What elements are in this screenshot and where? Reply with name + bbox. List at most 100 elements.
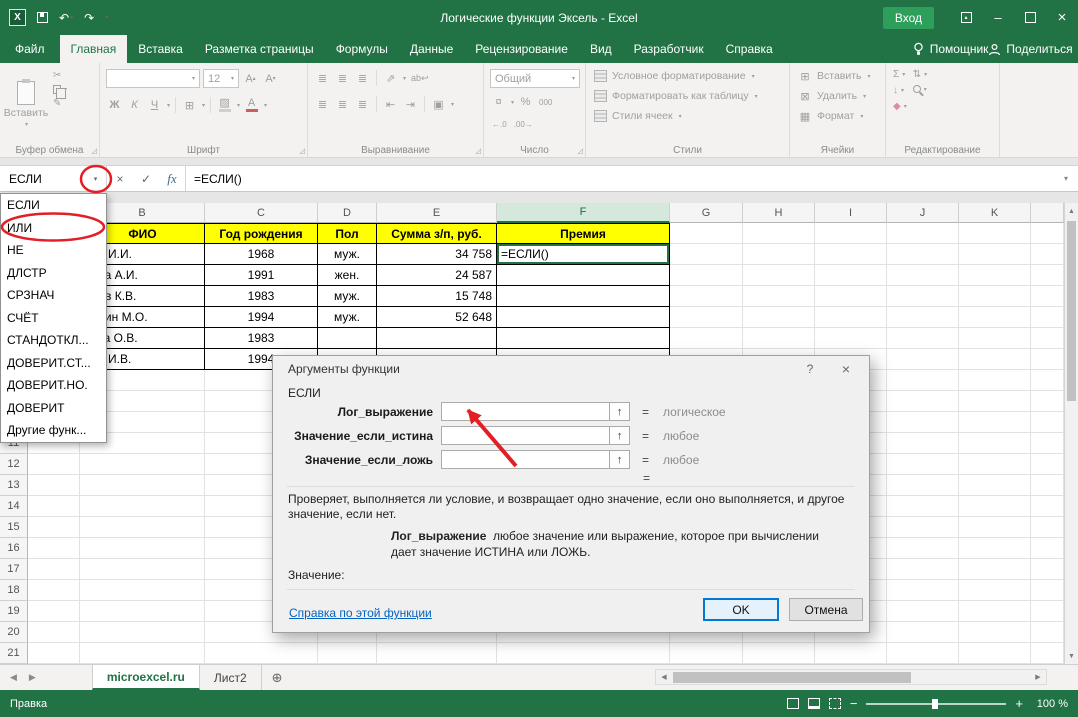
cell-F1[interactable]: Премия [497, 223, 670, 244]
cell-D6[interactable] [318, 328, 377, 349]
cell-K21[interactable] [959, 643, 1031, 664]
sheet-tab-microexcel[interactable]: microexcel.ru [92, 665, 200, 690]
cell-B16[interactable] [80, 538, 205, 559]
column-header-E[interactable]: E [377, 203, 497, 223]
cell-J6[interactable] [887, 328, 959, 349]
cell-J12[interactable] [887, 454, 959, 475]
column-header-G[interactable]: G [670, 203, 743, 223]
cell-K13[interactable] [959, 475, 1031, 496]
tab-review[interactable]: Рецензирование [464, 35, 579, 63]
tab-formulas[interactable]: Формулы [325, 35, 399, 63]
sheet-nav-right-arrow[interactable]: ▶ [29, 672, 36, 683]
cell-K11[interactable] [959, 433, 1031, 454]
find-select-button[interactable]: ▾ [913, 85, 927, 93]
decrease-decimal-button[interactable]: .00→ [512, 115, 535, 133]
cell-G5[interactable] [670, 307, 743, 328]
cell-E2[interactable]: 34 758 [377, 244, 497, 265]
font-name-select[interactable]: ▾ [106, 69, 200, 88]
copy-button[interactable]: ▾ [53, 85, 67, 94]
cell-H4[interactable] [743, 286, 815, 307]
cell-X4[interactable] [1031, 286, 1064, 307]
zoom-level[interactable]: 100 % [1032, 698, 1068, 710]
cell-K7[interactable] [959, 349, 1031, 370]
cell-K4[interactable] [959, 286, 1031, 307]
cell-D5[interactable]: муж. [318, 307, 377, 328]
tab-page-layout[interactable]: Разметка страницы [194, 35, 325, 63]
dialog-help-button[interactable]: ? [799, 360, 821, 378]
enter-formula-button[interactable]: ✓ [133, 166, 159, 191]
cell-B12[interactable] [80, 454, 205, 475]
tab-view[interactable]: Вид [579, 35, 623, 63]
cell-B15[interactable] [80, 517, 205, 538]
cell-X2[interactable] [1031, 244, 1064, 265]
increase-font-size-button[interactable]: А▴ [242, 70, 259, 88]
tab-help[interactable]: Справка [715, 35, 784, 63]
format-as-table-button[interactable]: Форматировать как таблицу▾ [589, 86, 787, 106]
normal-view-button[interactable] [787, 698, 799, 709]
tab-home[interactable]: Главная [60, 35, 128, 63]
autosum-button[interactable]: Σ▾ [893, 69, 907, 80]
row-header-12[interactable]: 12 [0, 454, 28, 475]
insert-cells-button[interactable]: ⊞ Вставить▾ [793, 66, 883, 86]
cell-D21[interactable] [318, 643, 377, 664]
value-if-false-input[interactable] [441, 450, 610, 469]
cell-K6[interactable] [959, 328, 1031, 349]
cell-C21[interactable] [205, 643, 318, 664]
cell-B20[interactable] [80, 622, 205, 643]
cell-X6[interactable] [1031, 328, 1064, 349]
row-header-21[interactable]: 21 [0, 643, 28, 664]
font-color-button[interactable]: А [243, 96, 260, 114]
font-dialog-launcher[interactable]: ◿ [300, 147, 305, 155]
percent-style-button[interactable]: % [517, 93, 534, 111]
logical-expression-input[interactable] [441, 402, 610, 421]
cell-J7[interactable] [887, 349, 959, 370]
page-break-view-button[interactable] [829, 698, 841, 709]
cell-F3[interactable] [497, 265, 670, 286]
cell-J19[interactable] [887, 601, 959, 622]
dropdown-item-ne[interactable]: НЕ [1, 239, 106, 262]
cut-button[interactable]: ✂ [53, 70, 67, 81]
cell-E3[interactable]: 24 587 [377, 265, 497, 286]
minimize-button[interactable]: – [982, 0, 1014, 35]
column-header-F[interactable]: F [497, 203, 670, 223]
dropdown-item-dlstr[interactable]: ДЛСТР [1, 262, 106, 285]
tab-insert[interactable]: Вставка [127, 35, 194, 63]
cell-D1[interactable]: Пол [318, 223, 377, 244]
cell-I3[interactable] [815, 265, 887, 286]
cell-K18[interactable] [959, 580, 1031, 601]
cell-J5[interactable] [887, 307, 959, 328]
cell-J10[interactable] [887, 412, 959, 433]
sheet-tab-list2[interactable]: Лист2 [200, 665, 262, 690]
cell-J20[interactable] [887, 622, 959, 643]
tab-data[interactable]: Данные [399, 35, 464, 63]
cell-D3[interactable]: жен. [318, 265, 377, 286]
cell-X3[interactable] [1031, 265, 1064, 286]
format-painter-button[interactable]: ✎ [53, 98, 67, 109]
align-bottom-icon[interactable]: ≣ [354, 69, 371, 87]
cell-K17[interactable] [959, 559, 1031, 580]
wrap-text-button[interactable]: ab↩ [409, 69, 431, 87]
cell-A19[interactable] [28, 601, 80, 622]
cell-J4[interactable] [887, 286, 959, 307]
paste-button[interactable]: Вставить ▾ [3, 66, 49, 142]
cell-X10[interactable] [1031, 412, 1064, 433]
dropdown-item-doverit-st[interactable]: ДОВЕРИТ.СТ... [1, 352, 106, 375]
align-top-icon[interactable]: ≣ [314, 69, 331, 87]
row-header-13[interactable]: 13 [0, 475, 28, 496]
cell-J13[interactable] [887, 475, 959, 496]
conditional-formatting-button[interactable]: Условное форматирование▾ [589, 66, 787, 86]
increase-indent-button[interactable]: ⇥ [402, 95, 419, 113]
cell-X14[interactable] [1031, 496, 1064, 517]
cell-G3[interactable] [670, 265, 743, 286]
cell-H3[interactable] [743, 265, 815, 286]
name-box[interactable]: ЕСЛИ [0, 166, 85, 191]
clear-button[interactable]: ◆▾ [893, 101, 907, 112]
cell-J3[interactable] [887, 265, 959, 286]
cell-X19[interactable] [1031, 601, 1064, 622]
cell-K19[interactable] [959, 601, 1031, 622]
cell-X7[interactable] [1031, 349, 1064, 370]
cell-G2[interactable] [670, 244, 743, 265]
cell-K2[interactable] [959, 244, 1031, 265]
cell-K9[interactable] [959, 391, 1031, 412]
share-button[interactable]: Поделиться [988, 35, 1078, 63]
